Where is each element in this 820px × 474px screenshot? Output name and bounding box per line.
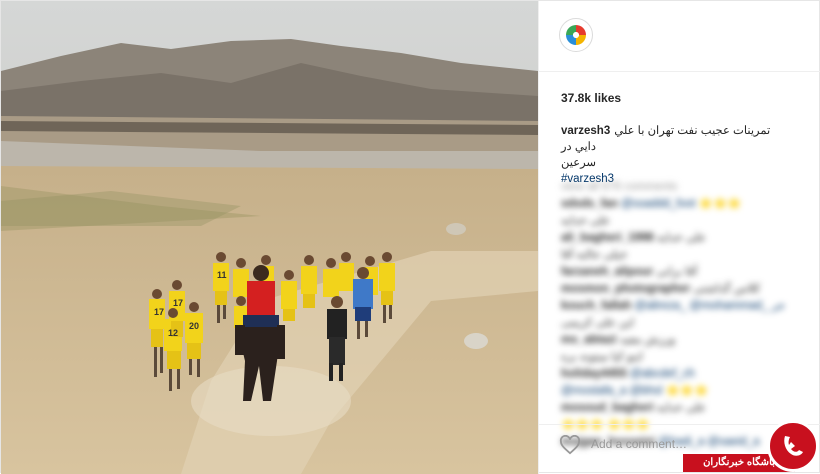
training-scene-image: 17 17 12 20 11 [1, 1, 538, 474]
add-comment-input[interactable]: Add a comment… [591, 437, 687, 451]
jersey-number: 12 [168, 328, 178, 338]
comment-username[interactable]: mosmon_photographer [561, 283, 690, 295]
comment-row: اینو کیا میتونه بره [561, 349, 806, 366]
post-photo[interactable]: 17 17 12 20 11 [1, 1, 538, 474]
comment-row: mosmon_photographer کلاس گذاشتی [561, 281, 806, 298]
caption-text-line2: سرعين [561, 157, 597, 169]
comment-text: ورزش مفید [619, 334, 676, 346]
jersey-number: 17 [154, 307, 164, 317]
comment-row: ali_bagheri_1998 علی خدایه [561, 230, 806, 247]
post-caption: varzesh3 تمرينات عجيب نفت تهران با علي دا… [561, 123, 791, 187]
comment-text: @alireza_ @mohammad_ جر [634, 300, 786, 312]
comment-row: sdsds_fan @ssaddd_foot ⭐⭐⭐ [561, 196, 806, 213]
comment-row: holiday4455 @abcdef_ch [561, 366, 806, 383]
instagram-post: 17 17 12 20 11 37.8k likes varzesh3 تمري… [0, 0, 820, 474]
comment-text: کلاس گذاشتی [693, 283, 761, 295]
watermark-badge: باشگاه خبرنگاران [683, 418, 820, 473]
heart-icon[interactable] [559, 435, 581, 455]
comment-username[interactable]: holiday4455 [561, 368, 627, 380]
caption-username[interactable]: varzesh3 [561, 125, 610, 137]
comment-text: @abcdef_ch [630, 368, 695, 380]
comment-text: علی خدایه [561, 215, 611, 227]
jersey-number: 20 [189, 321, 199, 331]
comment-text: @ssaddd_foot ⭐⭐⭐ [621, 198, 742, 210]
comment-row: mosoud_bagheri علی خدایه [561, 400, 806, 417]
comment-text: @mostafa_a @bhsl ⭐⭐⭐ [561, 385, 709, 397]
jersey-number: 17 [173, 298, 183, 308]
post-header [539, 1, 820, 72]
comment-text: علی خدایه [656, 232, 707, 244]
comment-username[interactable]: mosoud_bagheri [561, 402, 654, 414]
likes-count[interactable]: 37.8k likes [561, 91, 621, 105]
comment-row: خیلی جالبه آقا [561, 247, 806, 264]
comment-text: اینو کیا میتونه بره [561, 351, 643, 363]
watermark-logo-icon [767, 420, 819, 472]
comment-username[interactable]: ms_abtazi [561, 334, 617, 346]
comment-row: ms_abtazi ورزش مفید [561, 332, 806, 349]
varzesh3-logo-icon [566, 25, 586, 45]
comment-row: kouch_fallah @alireza_ @mohammad_ جر [561, 298, 806, 315]
post-sidebar: 37.8k likes varzesh3 تمرينات عجيب نفت تهر… [538, 1, 820, 474]
comment-username[interactable]: ali_bagheri_1998 [561, 232, 654, 244]
comment-text: خیلی جالبه آقا [561, 249, 628, 261]
comment-text: علی خدایه [656, 402, 707, 414]
comment-row: farzaneh_alipour آقا برانی [561, 264, 806, 281]
watermark-emblem-icon [784, 436, 803, 456]
comment-row: @mostafa_a @bhsl ⭐⭐⭐ [561, 383, 806, 400]
comment-username[interactable]: kouch_fallah [561, 300, 631, 312]
jersey-number: 11 [217, 270, 227, 280]
comment-row: این علی کریمی [561, 315, 806, 332]
comment-text: آقا برانی [656, 266, 698, 278]
comment-username[interactable]: farzaneh_alipour [561, 266, 653, 278]
comments-list-blurred: view all 676 comments sdsds_fan @ssaddd_… [561, 179, 806, 451]
view-all-comments-link[interactable]: view all 676 comments [561, 179, 806, 196]
comment-text: این علی کریمی [561, 317, 635, 329]
account-avatar[interactable] [559, 18, 593, 52]
comment-username[interactable]: sdsds_fan [561, 198, 618, 210]
comment-row: علی خدایه [561, 213, 806, 230]
